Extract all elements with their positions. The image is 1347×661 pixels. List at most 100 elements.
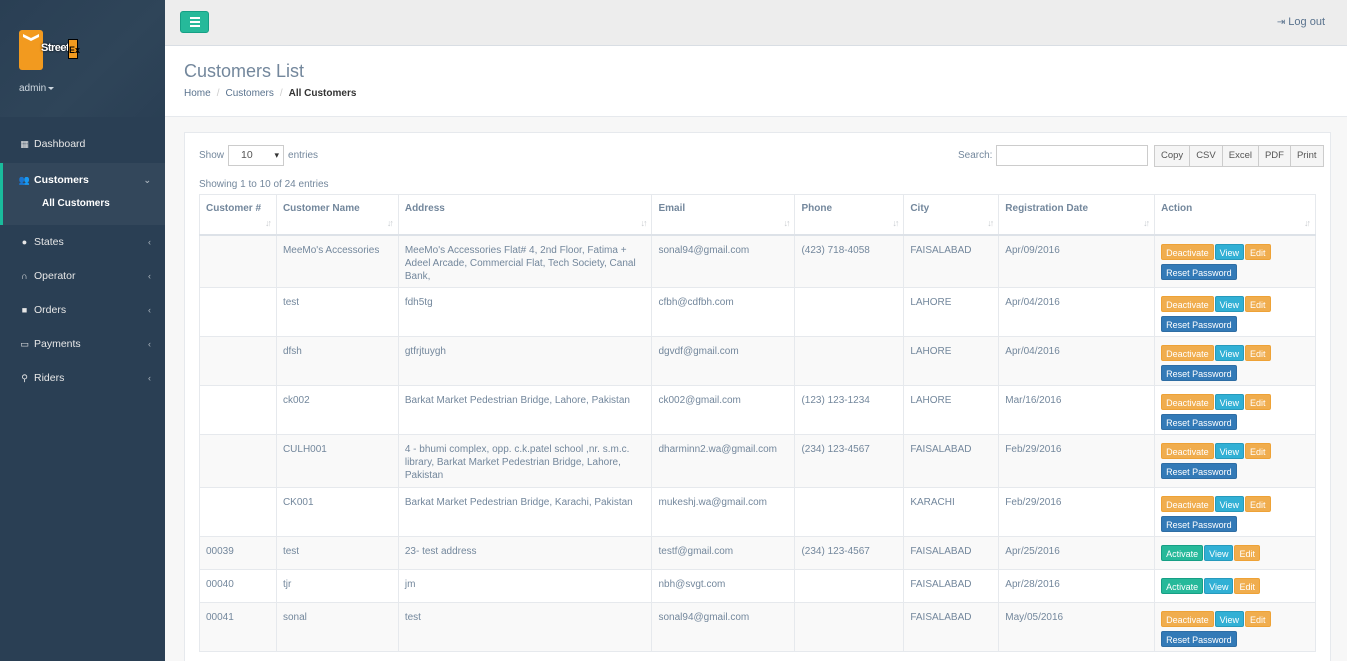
phone-cell: [794, 287, 905, 337]
column-header[interactable]: Action ↓↑: [1154, 194, 1316, 236]
edit-button[interactable]: Edit: [1245, 443, 1271, 459]
deactivate-button[interactable]: Deactivate: [1161, 496, 1214, 512]
activate-button[interactable]: Activate: [1161, 545, 1204, 561]
table-row: test fdh5tg cfbh@cdfbh.com LAHORE Apr/04/201…: [199, 287, 1316, 337]
registration-date-cell: Apr/25/2016: [998, 536, 1156, 570]
customer-id-cell: [199, 385, 277, 435]
column-header-label: City: [910, 203, 930, 214]
city-cell: FAISALABAD: [903, 536, 1000, 570]
chevron-left-icon: ‹: [148, 339, 151, 349]
edit-button[interactable]: Edit: [1245, 243, 1271, 260]
table-row: MeeMo's Accessories MeeMo's Accessories F…: [199, 234, 1316, 288]
sidebar-item-dashboard[interactable]: ▦ Dashboard: [0, 127, 165, 161]
view-button[interactable]: View: [1204, 578, 1234, 594]
edit-button[interactable]: Edit: [1245, 296, 1271, 312]
edit-button[interactable]: Edit: [1245, 611, 1271, 627]
sidebar-item-orders[interactable]: ■ Orders ‹: [0, 293, 165, 327]
view-button[interactable]: View: [1204, 545, 1234, 561]
table-row: CULH001 4 - bhumi complex, opp. c.k.patel…: [199, 434, 1316, 488]
address-cell: fdh5tg: [397, 287, 653, 337]
export-buttons: Copy CSV Excel PDF Print: [1154, 145, 1324, 167]
search-input[interactable]: [996, 145, 1149, 166]
reset-password-button[interactable]: Reset Password: [1161, 263, 1237, 280]
chevron-left-icon: ‹: [148, 305, 151, 315]
entries-length: Show 10 entries: [199, 145, 318, 166]
view-button[interactable]: View: [1214, 611, 1244, 627]
table-row: dfsh gtfrjtuygh dgvdf@gmail.com LAHORE Apr/0…: [199, 336, 1316, 386]
deactivate-button[interactable]: Deactivate: [1161, 611, 1214, 627]
logout-link[interactable]: ⇥ Log out: [1277, 16, 1325, 28]
copy-button[interactable]: Copy: [1154, 145, 1191, 167]
deactivate-button[interactable]: Deactivate: [1161, 394, 1214, 410]
address-cell: Barkat Market Pedestrian Bridge, Karachi…: [397, 487, 653, 537]
customer-name-cell: CULH001: [275, 434, 399, 488]
reset-password-button[interactable]: Reset Password: [1161, 631, 1237, 647]
edit-button[interactable]: Edit: [1245, 496, 1271, 512]
city-cell: KARACHI: [903, 487, 1000, 537]
customer-id-cell: 00041: [199, 602, 277, 652]
user-menu[interactable]: admin: [19, 83, 55, 94]
sidebar-item-customers[interactable]: 👥 Customers ⌄: [0, 163, 165, 197]
column-header[interactable]: Registration Date ↓↑: [998, 194, 1156, 236]
action-cell: Deactivate View Edit Reset Password: [1154, 487, 1316, 537]
view-button[interactable]: View: [1214, 394, 1244, 410]
csv-button[interactable]: CSV: [1189, 145, 1223, 167]
sidebar-item-operator[interactable]: ∩ Operator ‹: [0, 259, 165, 293]
action-cell: Deactivate View Edit Reset Password: [1154, 602, 1316, 652]
reset-password-button[interactable]: Reset Password: [1161, 365, 1237, 381]
column-header[interactable]: Phone ↓↑: [794, 194, 905, 236]
table-row: CK001 Barkat Market Pedestrian Bridge, Ka…: [199, 487, 1316, 537]
city-cell: FAISALABAD: [903, 569, 1000, 603]
address-cell: 23- test address: [397, 536, 653, 570]
column-header[interactable]: Address ↓↑: [397, 194, 653, 236]
print-button[interactable]: Print: [1289, 145, 1324, 167]
entries-select[interactable]: 10: [228, 145, 285, 166]
view-button[interactable]: View: [1214, 243, 1244, 260]
view-button[interactable]: View: [1214, 296, 1244, 312]
activate-button[interactable]: Activate: [1161, 578, 1204, 594]
reset-password-button[interactable]: Reset Password: [1161, 414, 1237, 430]
logout-label: Log out: [1288, 16, 1325, 28]
registration-date-cell: Apr/09/2016: [998, 234, 1156, 288]
city-cell: FAISALABAD: [903, 602, 1000, 652]
phone-cell: [794, 602, 905, 652]
sidebar-item-payments[interactable]: ▭ Payments ‹: [0, 327, 165, 361]
sidebar-item-states[interactable]: ● States ‹: [0, 225, 165, 259]
action-cell: Deactivate View Edit Reset Password: [1154, 287, 1316, 337]
breadcrumb-customers[interactable]: Customers: [225, 88, 273, 99]
breadcrumb-home[interactable]: Home: [184, 88, 211, 99]
edit-button[interactable]: Edit: [1234, 545, 1260, 561]
reset-password-button[interactable]: Reset Password: [1161, 516, 1237, 532]
view-button[interactable]: View: [1214, 345, 1244, 361]
column-header-label: Customer Name: [282, 203, 360, 214]
customer-name-cell: test: [275, 536, 399, 570]
sort-icon: ↓↑: [386, 217, 394, 228]
app-logo[interactable]: Street Ex: [19, 30, 80, 74]
pdf-button[interactable]: PDF: [1257, 145, 1291, 167]
menu-toggle-button[interactable]: [180, 11, 209, 33]
edit-button[interactable]: Edit: [1245, 394, 1271, 410]
excel-button[interactable]: Excel: [1221, 145, 1259, 167]
column-header[interactable]: Customer # ↓↑: [199, 194, 277, 236]
sort-icon: ↓↑: [1143, 217, 1150, 228]
edit-button[interactable]: Edit: [1245, 345, 1271, 361]
deactivate-button[interactable]: Deactivate: [1161, 443, 1214, 459]
sidebar-subitem-all-customers[interactable]: All Customers: [0, 197, 165, 225]
show-label: Show: [199, 150, 225, 161]
column-header[interactable]: Email ↓↑: [651, 194, 796, 236]
edit-button[interactable]: Edit: [1234, 578, 1260, 594]
email-cell: nbh@svgt.com: [651, 569, 796, 603]
action-cell: Deactivate View Edit Reset Password: [1154, 234, 1316, 288]
column-header[interactable]: City ↓↑: [903, 194, 1000, 236]
sidebar-item-riders[interactable]: ⚲ Riders ‹: [0, 361, 165, 395]
column-header-label: Phone: [801, 203, 833, 214]
deactivate-button[interactable]: Deactivate: [1161, 296, 1214, 312]
reset-password-button[interactable]: Reset Password: [1161, 463, 1237, 479]
column-header[interactable]: Customer Name ↓↑: [275, 194, 399, 236]
registration-date-cell: Mar/16/2016: [998, 385, 1156, 435]
reset-password-button[interactable]: Reset Password: [1161, 316, 1237, 332]
deactivate-button[interactable]: Deactivate: [1161, 345, 1214, 361]
view-button[interactable]: View: [1214, 496, 1244, 512]
view-button[interactable]: View: [1214, 443, 1244, 459]
deactivate-button[interactable]: Deactivate: [1161, 243, 1214, 260]
